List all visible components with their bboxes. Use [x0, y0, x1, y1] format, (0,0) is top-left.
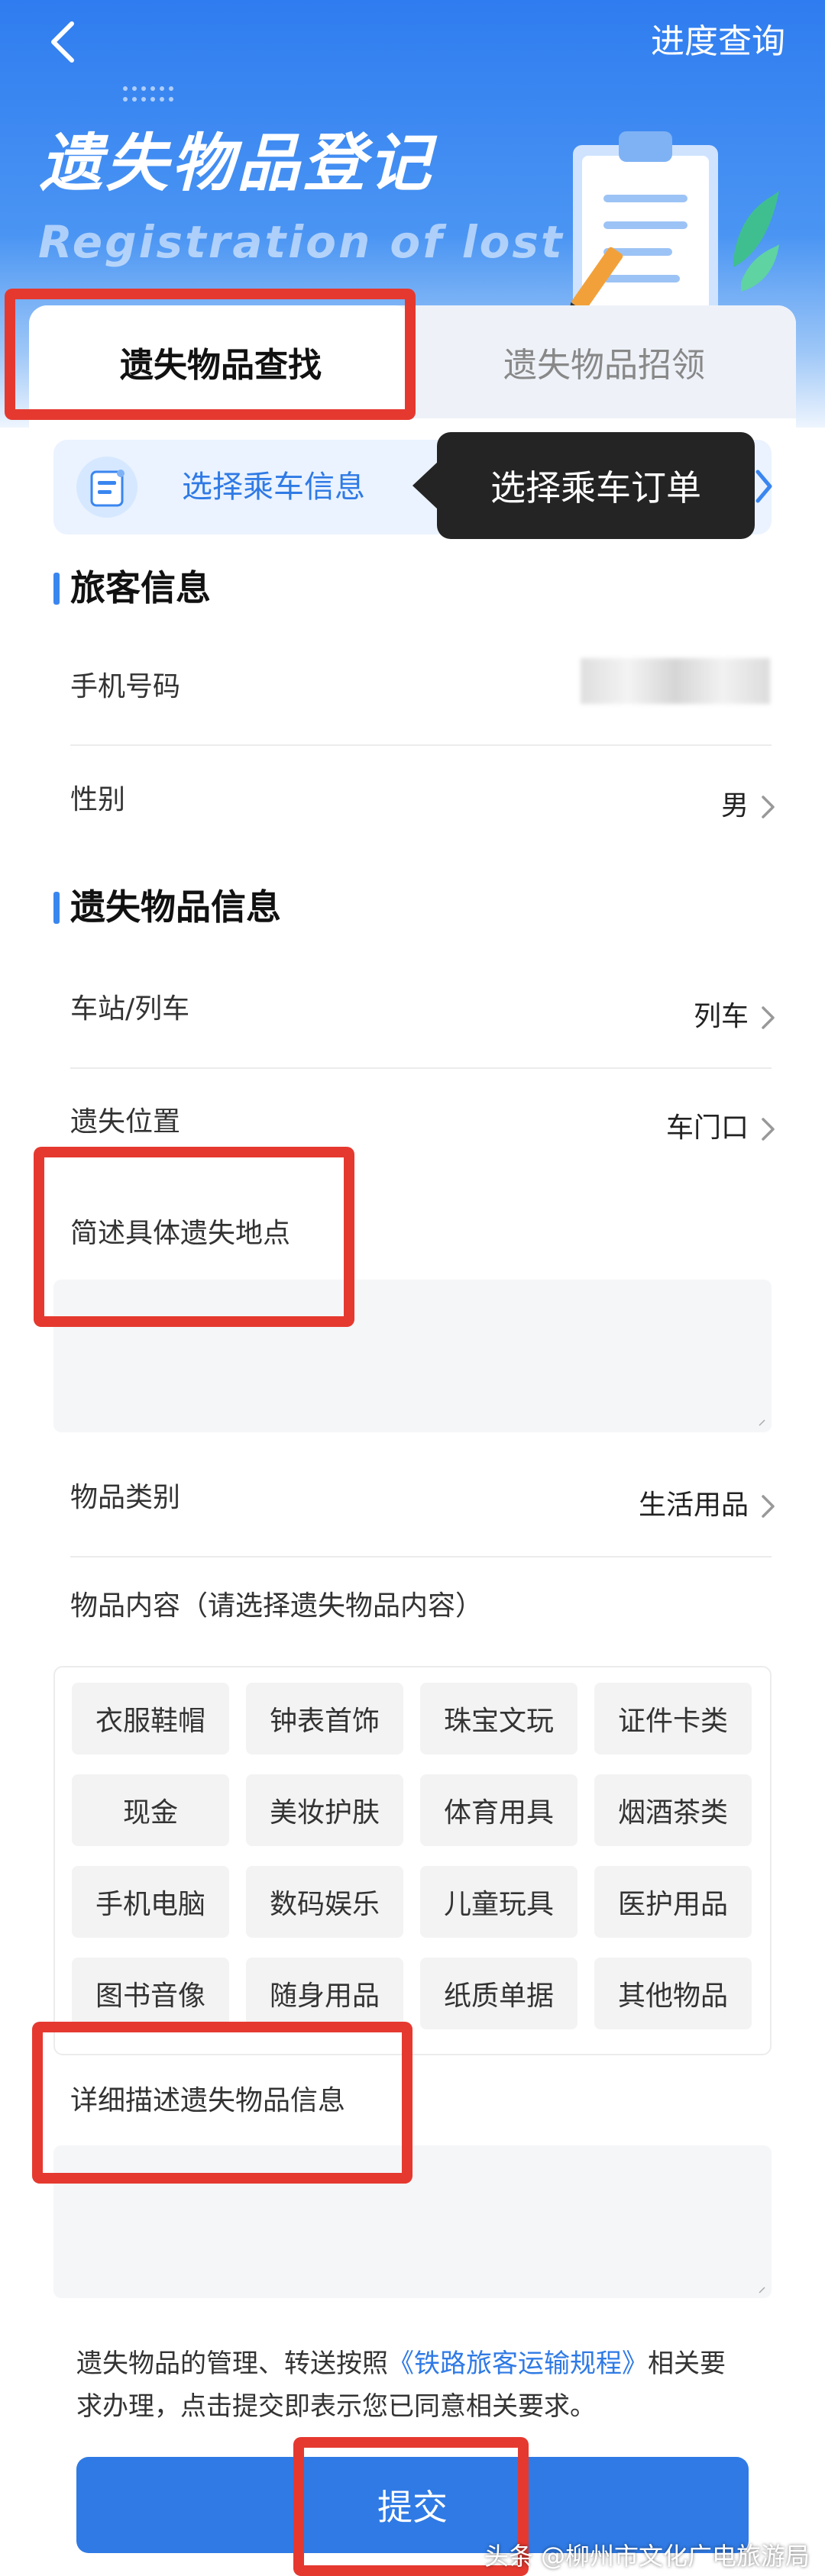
item-option-chip[interactable]: 医护用品 — [594, 1866, 752, 1938]
chevron-right-icon[interactable] — [755, 467, 775, 505]
section-marker — [53, 573, 60, 605]
section-marker — [53, 892, 60, 924]
item-option-chip[interactable]: 数码娱乐 — [246, 1866, 403, 1938]
item-option-chip[interactable]: 图书音像 — [72, 1958, 229, 2029]
watermark: 头条 @柳州市文化广电旅游局 — [484, 2542, 810, 2571]
back-arrow-icon — [51, 21, 74, 63]
page-subtitle: Registration of lost — [38, 216, 565, 268]
item-option-chip[interactable]: 手机电脑 — [72, 1866, 229, 1938]
rules-notice: 遗失物品的管理、转送按照《铁路旅客运输规程》相关要求办理，点击提交即表示您已同意… — [76, 2342, 749, 2428]
gender-value[interactable]: 男 — [688, 783, 749, 829]
category-label: 物品类别 — [70, 1482, 181, 1513]
annotation-box — [32, 2022, 412, 2184]
item-option-chip[interactable]: 儿童玩具 — [420, 1866, 578, 1938]
lost-item-section-title: 遗失物品信息 — [70, 886, 281, 928]
tooltip-pointer — [412, 461, 438, 510]
phone-label: 手机号码 — [70, 671, 181, 702]
phone-value-masked — [581, 658, 770, 704]
page-title: 遗失物品登记 — [40, 128, 434, 200]
divider — [70, 744, 772, 746]
item-option-chip[interactable]: 现金 — [72, 1774, 229, 1846]
station-label: 车站/列车 — [70, 993, 190, 1025]
decorative-dots-icon — [123, 86, 173, 102]
item-option-chip[interactable]: 衣服鞋帽 — [72, 1683, 229, 1754]
annotation-box — [5, 289, 416, 420]
divider — [70, 1067, 772, 1069]
resize-handle-icon[interactable] — [758, 2286, 765, 2294]
rules-link[interactable]: 《铁路旅客运输规程》 — [388, 2348, 648, 2379]
location-value[interactable]: 车门口 — [626, 1106, 749, 1151]
tab-lost-claim[interactable]: 遗失物品招领 — [412, 305, 796, 418]
item-option-chip[interactable]: 烟酒茶类 — [594, 1774, 752, 1846]
clipboard-illustration-icon — [568, 131, 779, 328]
chevron-right-icon[interactable] — [761, 1005, 776, 1031]
annotation-box — [34, 1147, 354, 1327]
chevron-right-icon[interactable] — [761, 1116, 776, 1142]
chevron-right-icon[interactable] — [761, 1493, 776, 1519]
item-option-chip[interactable]: 随身用品 — [246, 1958, 403, 2029]
chevron-right-icon[interactable] — [761, 794, 776, 820]
item-option-chip[interactable]: 钟表首饰 — [246, 1683, 403, 1754]
item-content-label: 物品内容（请选择遗失物品内容） — [70, 1590, 484, 1622]
location-label: 遗失位置 — [70, 1106, 181, 1138]
item-option-chip[interactable]: 其他物品 — [594, 1958, 752, 2029]
notice-prefix: 遗失物品的管理、转送按照 — [76, 2348, 388, 2379]
select-trip-label[interactable]: 选择乘车信息 — [182, 462, 365, 512]
item-option-chip[interactable]: 体育用具 — [420, 1774, 578, 1846]
divider — [70, 1556, 772, 1558]
resize-handle-icon[interactable] — [758, 1419, 765, 1426]
category-value[interactable]: 生活用品 — [581, 1483, 749, 1528]
item-option-chip[interactable]: 纸质单据 — [420, 1958, 578, 2029]
back-button[interactable] — [47, 15, 93, 69]
station-value[interactable]: 列车 — [672, 994, 749, 1040]
gender-label: 性别 — [70, 784, 126, 815]
item-option-chip[interactable]: 珠宝文玩 — [420, 1683, 578, 1754]
passenger-section-title: 旅客信息 — [70, 567, 211, 608]
ticket-icon — [76, 457, 138, 518]
item-option-chip[interactable]: 美妆护肤 — [246, 1774, 403, 1846]
progress-query-link[interactable]: 进度查询 — [651, 15, 785, 69]
item-option-chip[interactable]: 证件卡类 — [594, 1683, 752, 1754]
select-order-tooltip: 选择乘车订单 — [437, 432, 755, 539]
